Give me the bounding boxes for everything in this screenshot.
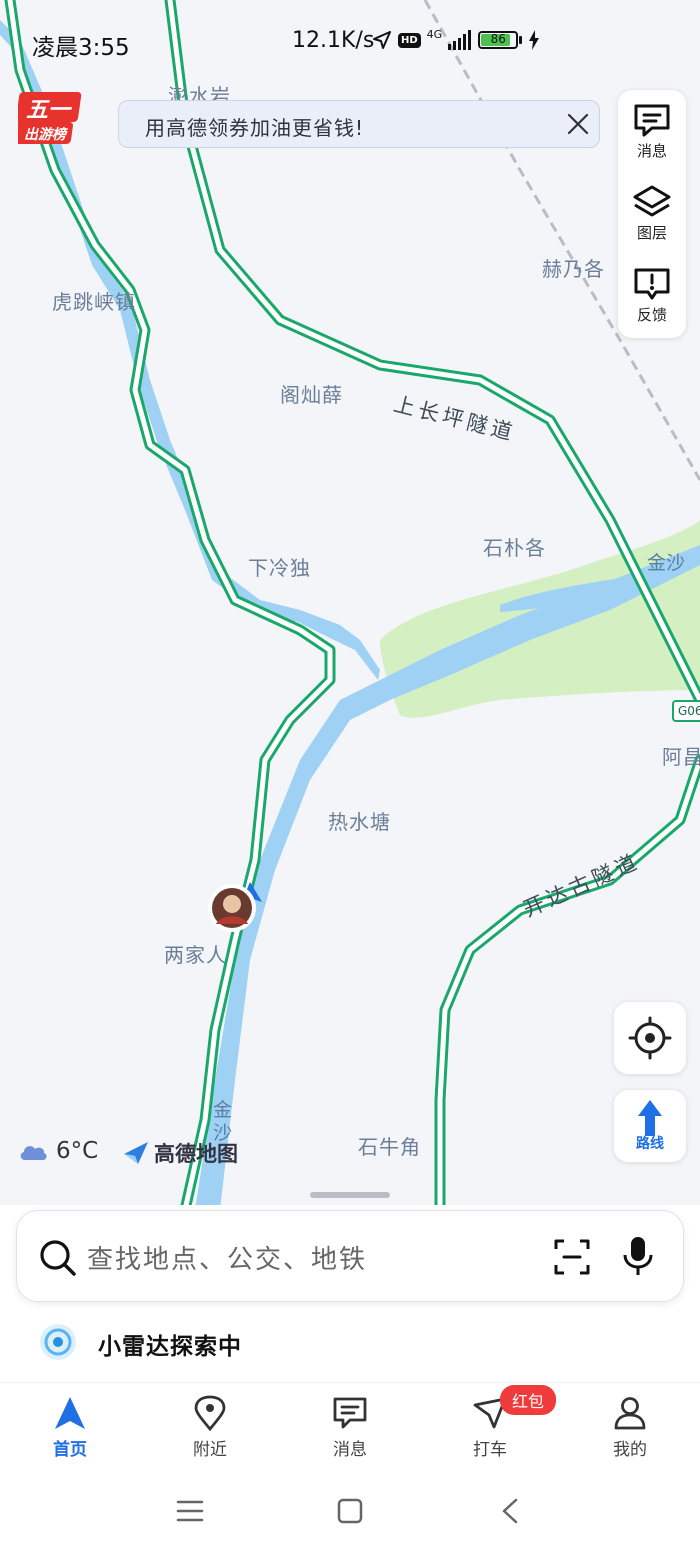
feedback-icon — [634, 268, 670, 300]
search-input[interactable]: 查找地点、公交、地铁 — [87, 1239, 367, 1276]
signal-icon — [448, 30, 472, 50]
status-time: 凌晨3:55 — [32, 35, 130, 61]
menu-icon[interactable] — [176, 1498, 204, 1524]
location-pin-icon — [194, 1395, 226, 1431]
search-icon — [40, 1240, 76, 1276]
promo-badge-line1: 五一 — [26, 98, 71, 123]
feedback-button[interactable]: 反馈 — [618, 254, 686, 332]
sheet-drag-handle[interactable] — [310, 1192, 390, 1198]
tab-label-messages: 消息 — [333, 1440, 367, 1460]
tab-messages[interactable]: 消息 — [300, 1395, 400, 1460]
battery-indicator: 86 — [478, 31, 523, 49]
place-label-achang: 阿昌 — [662, 745, 700, 769]
location-arrow-icon — [373, 31, 391, 49]
system-navigation-bar — [0, 1472, 700, 1555]
tab-nearby[interactable]: 附近 — [160, 1395, 260, 1460]
tab-label-nearby: 附近 — [193, 1440, 227, 1460]
place-label-gecanxue: 阁灿薛 — [280, 383, 343, 407]
banner-text: 用高德领券加油更省钱! — [145, 116, 365, 140]
amap-logo-icon — [124, 1142, 148, 1164]
radar-status[interactable]: 小雷达探索中 — [98, 1327, 242, 1361]
map-tools-panel: 消息 图层 反馈 — [618, 90, 686, 338]
user-icon — [614, 1397, 646, 1430]
place-label-xialengdu: 下冷独 — [248, 556, 311, 580]
back-icon[interactable] — [500, 1498, 520, 1524]
user-location-marker[interactable] — [206, 880, 262, 936]
river-label-jinsha-east: 金沙 — [647, 552, 686, 574]
promo-badge-line2: 出游榜 — [24, 127, 66, 143]
status-bar: 凌晨3:55 12.1K/s HD 4G 86 — [0, 0, 700, 84]
close-icon[interactable] — [565, 111, 591, 137]
tab-label-taxi: 打车 — [473, 1440, 507, 1460]
layers-icon — [633, 185, 671, 217]
weather-temperature: 6°C — [56, 1138, 99, 1164]
messages-label: 消息 — [636, 142, 667, 160]
place-label-shiniujiao: 石牛角 — [358, 1135, 421, 1159]
place-label-liangjiaren: 两家人 — [164, 943, 227, 967]
amap-logo: 高德地图 — [122, 1138, 238, 1168]
route-button[interactable]: 路线 — [614, 1090, 686, 1162]
place-label-hutiaoxia: 虎跳峡镇 — [52, 290, 136, 314]
highway-shield: G06 — [672, 700, 700, 722]
weather-widget[interactable]: 6°C — [18, 1138, 98, 1164]
bottom-tab-bar: 首页 附近 消息 打车 我的 — [0, 1382, 700, 1473]
place-label-henaige: 赫乃各 — [542, 257, 605, 281]
hd-badge: HD — [398, 32, 421, 48]
network-type: 4G — [426, 27, 443, 41]
home-icon[interactable] — [337, 1498, 363, 1524]
crosshair-icon — [628, 1016, 672, 1060]
charging-bolt-icon — [529, 30, 540, 50]
layers-label: 图层 — [636, 224, 667, 242]
status-icons: HD 4G 86 — [372, 27, 540, 50]
messages-button[interactable]: 消息 — [618, 90, 686, 168]
map-view[interactable]: 澎水岩 虎跳峡镇 赫乃各 阁灿薛 下冷独 石朴各 热水塘 两家人 石牛角 阿昌 … — [0, 0, 700, 1210]
message-icon — [333, 1397, 367, 1429]
place-label-reshuitang: 热水塘 — [328, 810, 391, 834]
tab-profile[interactable]: 我的 — [580, 1395, 680, 1460]
tab-home[interactable]: 首页 — [20, 1395, 120, 1460]
network-speed: 12.1K/s — [292, 28, 375, 53]
cloud-icon — [20, 1146, 47, 1160]
scan-icon[interactable] — [553, 1238, 591, 1276]
layers-button[interactable]: 图层 — [618, 172, 686, 250]
red-packet-badge[interactable]: 红包 — [500, 1385, 557, 1415]
search-bar[interactable]: 查找地点、公交、地铁 — [16, 1210, 684, 1302]
tab-label-home: 首页 — [53, 1440, 87, 1460]
navigation-arrow-icon — [55, 1397, 85, 1429]
route-label: 路线 — [636, 1136, 664, 1152]
microphone-icon[interactable] — [621, 1235, 655, 1277]
promo-banner[interactable]: 用高德领券加油更省钱! — [118, 100, 600, 148]
map-base-layer — [0, 0, 700, 1210]
message-icon — [634, 104, 670, 137]
radar-icon — [40, 1324, 76, 1360]
feedback-label: 反馈 — [636, 306, 667, 324]
tab-label-profile: 我的 — [613, 1440, 647, 1460]
brand-name: 高德地图 — [154, 1142, 238, 1166]
locate-me-button[interactable] — [614, 1002, 686, 1074]
promo-badge[interactable]: 五一 出游榜 — [12, 90, 84, 148]
battery-percent: 86 — [490, 32, 506, 46]
place-label-shipuge: 石朴各 — [483, 536, 546, 560]
